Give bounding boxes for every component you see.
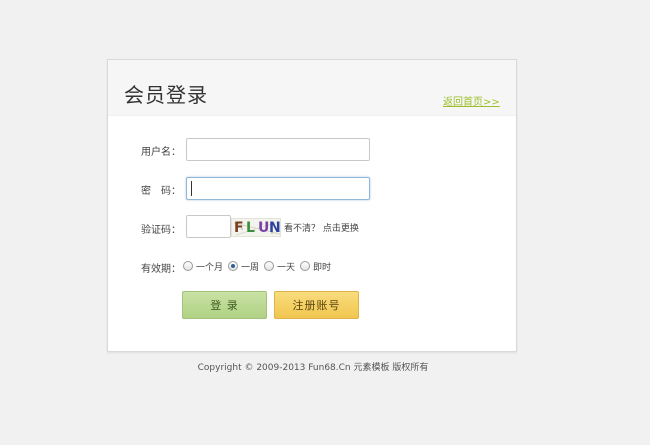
panel-header: 会员登录 返回首页>> — [108, 60, 516, 116]
validity-option-label: 一天 — [277, 262, 296, 273]
captcha-help: 看不清？ 点击更换 — [284, 221, 359, 234]
text-cursor — [191, 181, 192, 196]
validity-options: 一个月 一周 一天 即时 — [181, 259, 334, 273]
validity-radio-month[interactable] — [183, 261, 193, 271]
password-label: 密 码： — [141, 186, 181, 197]
captcha-char: N — [269, 220, 281, 236]
captcha-refresh-link[interactable]: 点击更换 — [323, 224, 359, 234]
validity-radio-week[interactable] — [228, 261, 239, 271]
captcha-char: U — [258, 220, 270, 236]
validity-option-label: 一个月 — [196, 262, 224, 273]
username-input[interactable] — [186, 138, 370, 161]
login-button[interactable]: 登 录 — [182, 291, 267, 319]
validity-radio-day[interactable] — [264, 261, 275, 271]
captcha-unclear-text: 看不清？ — [284, 224, 321, 234]
captcha-char: F — [234, 220, 244, 236]
page-title: 会员登录 — [124, 83, 208, 107]
validity-label: 有效期： — [141, 264, 181, 275]
register-button[interactable]: 注册账号 — [274, 291, 359, 319]
captcha-input[interactable] — [186, 215, 231, 238]
captcha-image[interactable]: F L U N — [231, 218, 281, 237]
password-input[interactable] — [186, 177, 370, 200]
validity-radio-instant[interactable] — [300, 261, 311, 271]
captcha-char: L — [246, 220, 255, 236]
copyright-footer: Copyright © 2009-2013 Fun68.Cn 元素模板 版权所有 — [197, 363, 429, 373]
validity-option-label: 即时 — [313, 262, 332, 273]
captcha-label: 验证码： — [141, 225, 181, 236]
validity-option-label: 一周 — [241, 262, 260, 273]
username-label: 用户名： — [141, 147, 181, 158]
back-home-link[interactable]: 返回首页>> — [443, 93, 500, 108]
